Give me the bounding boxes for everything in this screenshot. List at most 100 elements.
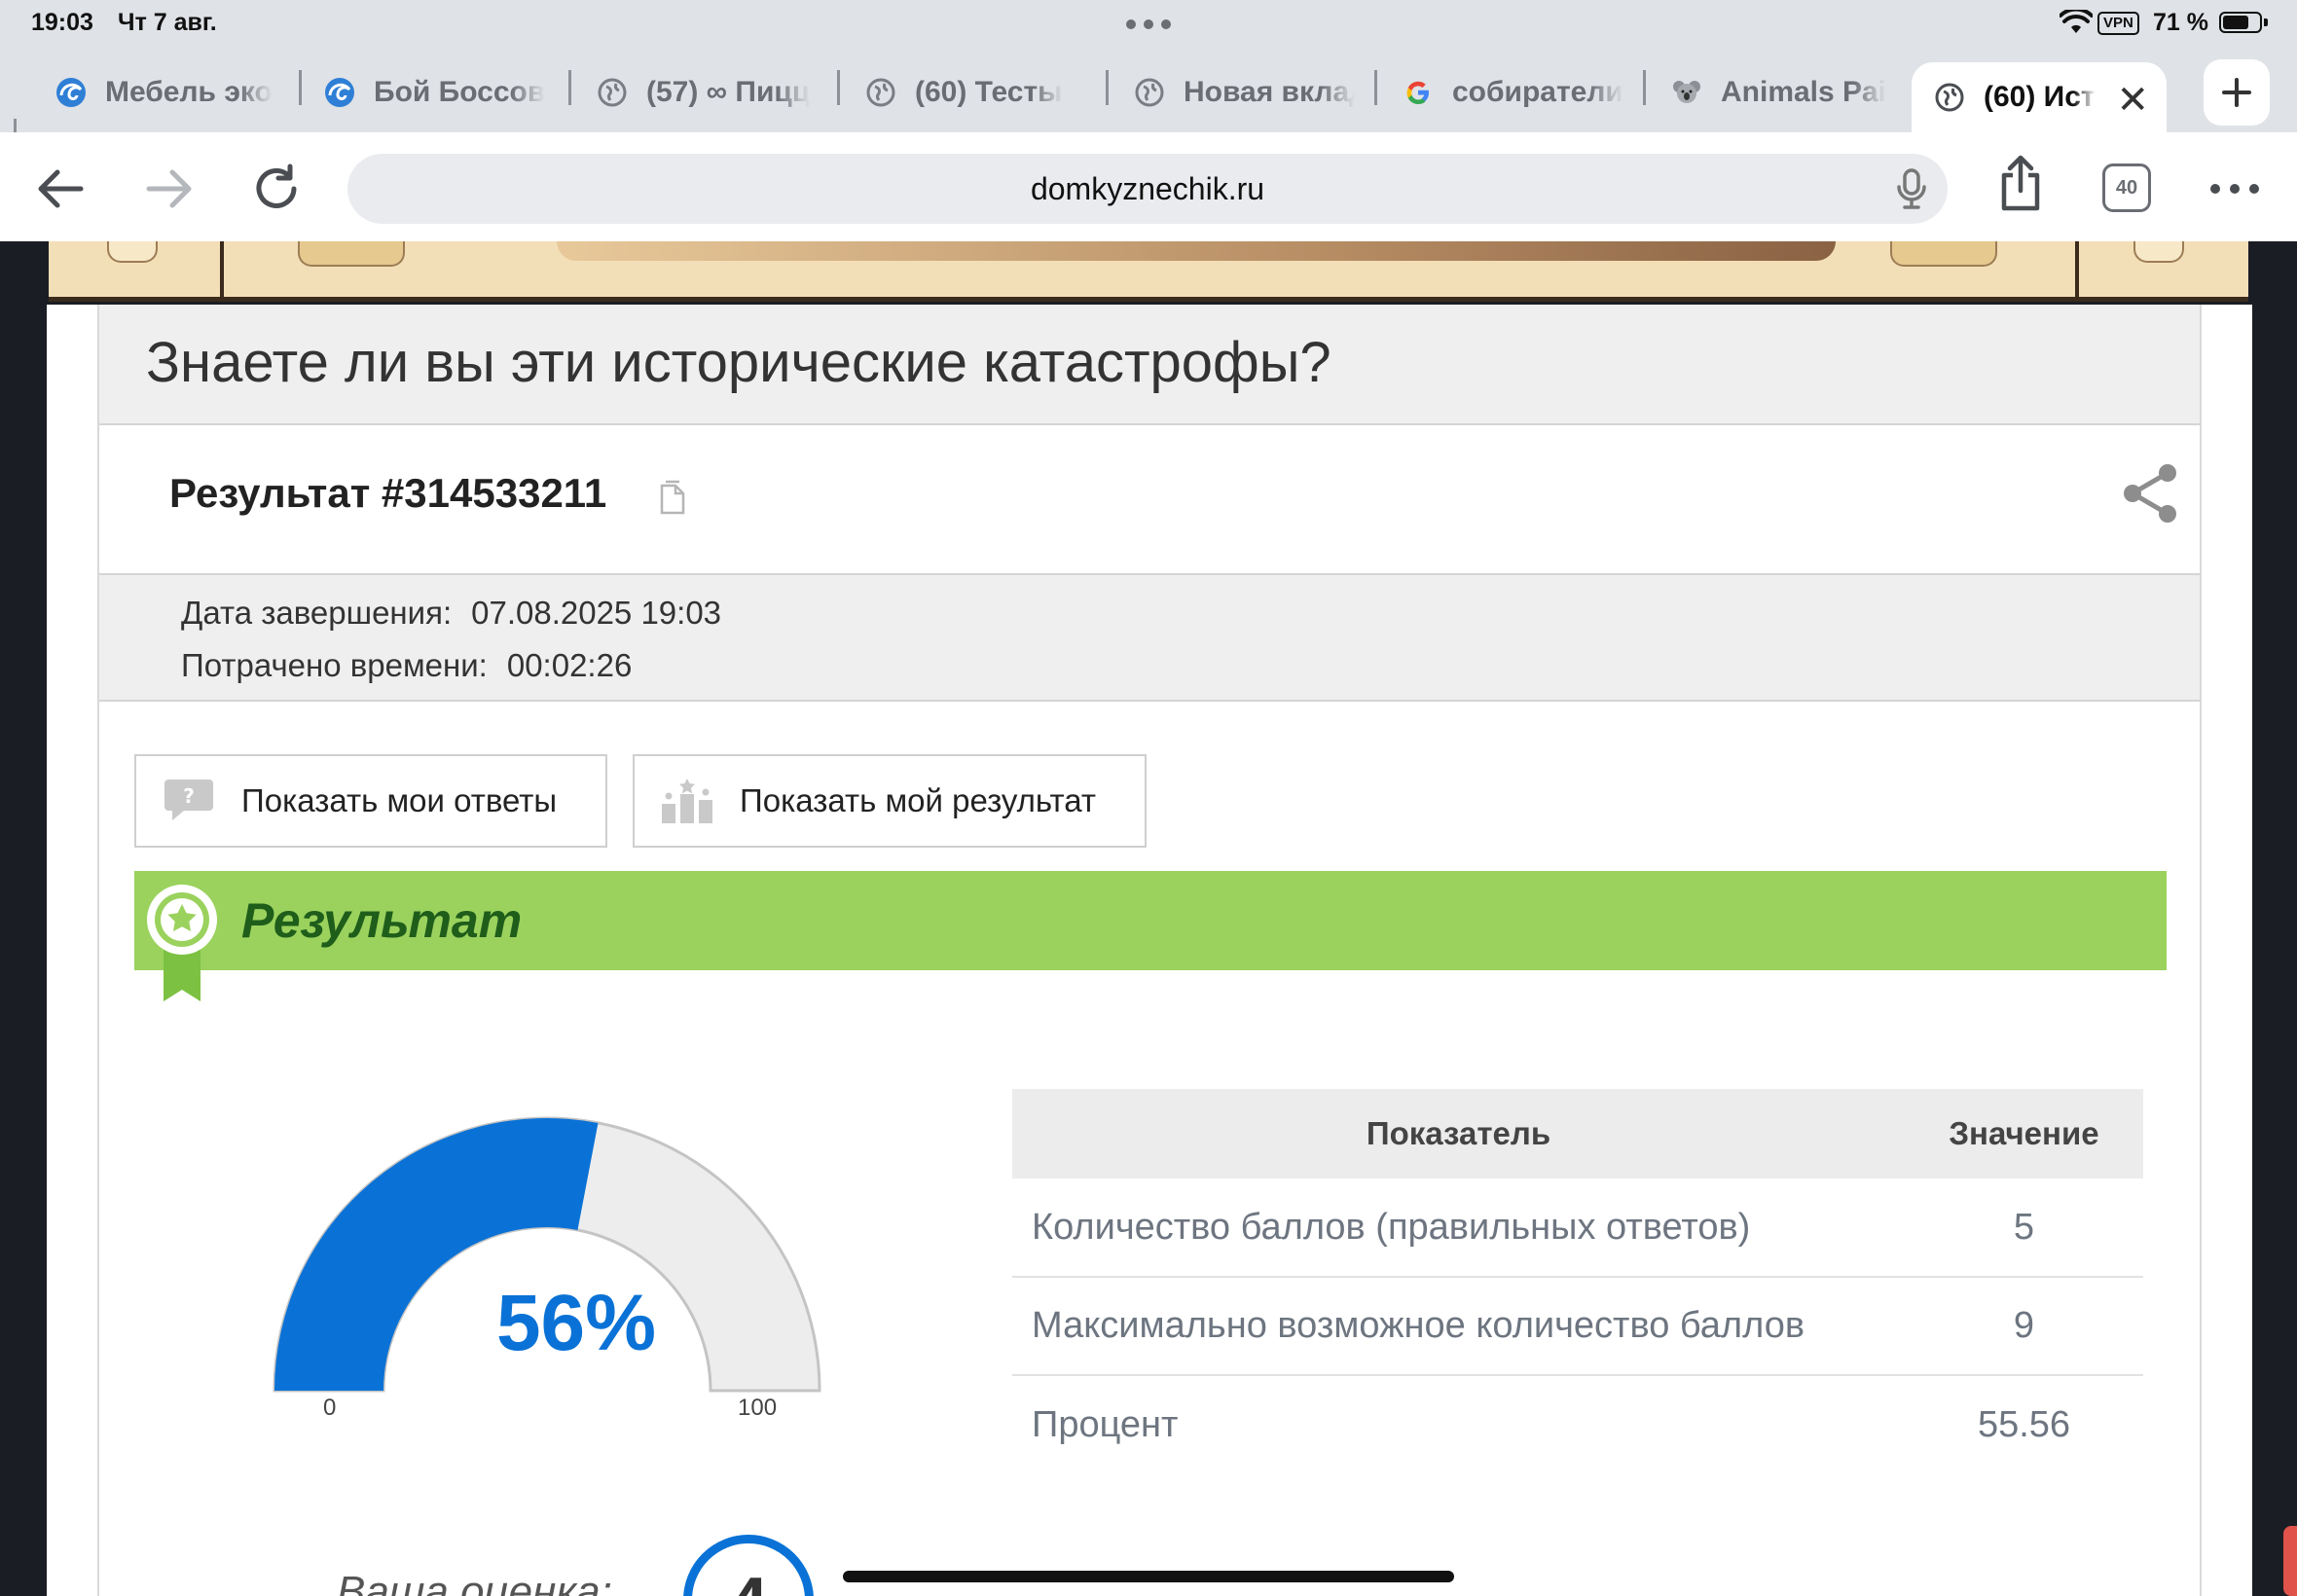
tab-2[interactable]: (57) ∞ Пицц: [596, 62, 818, 123]
table-row: Количество баллов (правильных ответов) 5: [1012, 1179, 2143, 1278]
table-row: Процент 55.56: [1012, 1375, 2143, 1473]
score-table: Показатель Значение Количество баллов (п…: [1012, 1089, 2143, 1473]
status-bar: 19:03 Чт 7 авг. VPN 71 %: [0, 0, 2297, 49]
gauge-min-label: 0: [323, 1395, 337, 1421]
google-icon: [1402, 76, 1435, 109]
address-bar[interactable]: domkyznechik.ru: [347, 154, 1948, 224]
tab-separator: [837, 70, 840, 105]
reload-button[interactable]: [247, 160, 306, 218]
grade-badge: 4: [683, 1535, 814, 1596]
podium-icon: [660, 777, 714, 825]
tab-6[interactable]: Animals Pair: [1670, 62, 1886, 123]
value-cell: 55.56: [1977, 1403, 2071, 1445]
url-text: domkyznechik.ru: [1030, 171, 1265, 206]
value-cell: 9: [1905, 1277, 2143, 1376]
globe-icon: [1933, 81, 1966, 114]
plus-icon: [2222, 78, 2251, 107]
microphone-icon[interactable]: [1895, 167, 1928, 215]
back-button[interactable]: [31, 160, 90, 218]
result-section-title: Результат: [241, 893, 523, 948]
status-date: Чт 7 авг.: [118, 9, 217, 36]
tab-1[interactable]: Бой Боссов: [323, 62, 545, 123]
status-time: 19:03: [31, 9, 93, 36]
time-spent-row: Потрачено времени: 00:02:26: [181, 647, 632, 684]
tab-label: Animals Pair: [1721, 76, 1886, 108]
show-result-button[interactable]: Показать мой результат: [633, 754, 1147, 848]
tab-5[interactable]: собиратели: [1402, 62, 1623, 123]
title-bar: Знаете ли вы эти исторические катастрофы…: [99, 305, 2200, 425]
gauge-percent: 56%: [495, 1279, 657, 1367]
vpn-badge: VPN: [2097, 12, 2139, 35]
arrow-right-icon: [146, 169, 192, 208]
close-tab-icon[interactable]: ✕: [2116, 78, 2149, 123]
tab-count-button[interactable]: 40: [2102, 163, 2151, 212]
tab-separator: [299, 70, 302, 105]
multitasking-dots-icon[interactable]: [1126, 19, 1171, 29]
tab-label: Мебель эко: [105, 76, 273, 108]
web-page: Знаете ли вы эти исторические катастрофы…: [0, 241, 2297, 1596]
forward-button[interactable]: [140, 160, 199, 218]
show-answers-button[interactable]: ? Показать мои ответы: [134, 754, 607, 848]
edge-swirl-icon: [323, 76, 356, 109]
result-id: Результат #314533211: [169, 470, 607, 516]
time-spent-label: Потрачено времени:: [181, 647, 488, 683]
reload-icon: [256, 163, 297, 208]
arrow-left-icon: [38, 169, 84, 208]
more-dots-icon: [2210, 184, 2259, 194]
floating-widget-edge[interactable]: [2283, 1526, 2297, 1596]
share-up-icon: [2001, 155, 2040, 211]
tab-label: (57) ∞ Пицц: [646, 76, 811, 108]
table-row: Максимально возможное количество баллов …: [1012, 1277, 2143, 1376]
column-header-value: Значение: [1905, 1089, 2143, 1179]
finish-date-row: Дата завершения: 07.08.2025 19:03: [181, 595, 721, 632]
globe-icon: [864, 76, 897, 109]
tab-label: собиратели: [1452, 76, 1623, 108]
battery-percent: 71 %: [2153, 9, 2208, 36]
table-header-row: Показатель Значение: [1012, 1089, 2143, 1179]
finish-date-label: Дата завершения:: [181, 595, 453, 631]
tab-label: (60) Ист: [1984, 81, 2096, 113]
show-result-label: Показать мой результат: [740, 782, 1096, 818]
copy-icon[interactable]: [658, 480, 687, 520]
tab-3[interactable]: (60) Тесты: [864, 62, 1086, 123]
result-header: Результат #314533211: [99, 427, 2200, 573]
globe-icon: [1133, 76, 1166, 109]
column-header-metric: Показатель: [1012, 1089, 1905, 1179]
time-spent-value: 00:02:26: [506, 647, 633, 683]
svg-text:?: ?: [183, 784, 195, 808]
tab-label: (60) Тесты: [915, 76, 1063, 108]
tab-label: Новая вклад: [1184, 76, 1355, 108]
globe-icon: [596, 76, 629, 109]
value-cell: 5: [1905, 1179, 2143, 1278]
more-menu-button[interactable]: [2206, 160, 2264, 218]
metric-cell: Процент: [1032, 1403, 1179, 1445]
result-section-header: Результат: [134, 871, 2167, 1001]
home-indicator[interactable]: [843, 1571, 1454, 1582]
browser-toolbar: domkyznechik.ru 40: [0, 132, 2297, 241]
koala-icon: [1670, 76, 1703, 109]
tab-label: Бой Боссов: [374, 76, 545, 108]
tab-separator: [568, 70, 571, 105]
tab-separator: [1106, 70, 1109, 105]
test-result-panel: Знаете ли вы эти исторические катастрофы…: [97, 305, 2202, 1596]
wifi-icon: [2059, 7, 2094, 40]
tab-4[interactable]: Новая вклад: [1133, 62, 1355, 123]
page-title: Знаете ли вы эти исторические катастрофы…: [146, 331, 1331, 394]
grade-label: Ваша оценка:: [337, 1568, 612, 1596]
battery-icon: [2219, 12, 2262, 33]
tab-0[interactable]: Мебель эко: [55, 62, 276, 123]
finish-date-value: 07.08.2025 19:03: [471, 595, 722, 631]
metric-cell: Максимально возможное количество баллов: [1012, 1277, 1905, 1376]
tab-separator: [1374, 70, 1377, 105]
tab-7-active[interactable]: (60) Ист ✕: [1912, 62, 2167, 132]
share-button[interactable]: [1991, 154, 2050, 212]
new-tab-button[interactable]: [2204, 59, 2270, 126]
site-header-banner: [49, 241, 2248, 302]
share-icon[interactable]: [2122, 462, 2178, 529]
gauge-max-label: 100: [738, 1395, 778, 1421]
show-answers-label: Показать мои ответы: [241, 782, 558, 818]
metric-cell: Количество баллов (правильных ответов): [1012, 1179, 1905, 1278]
content-card: Знаете ли вы эти исторические катастрофы…: [47, 305, 2252, 1596]
award-ribbon-icon: [146, 883, 218, 1014]
edge-swirl-icon: [55, 76, 88, 109]
